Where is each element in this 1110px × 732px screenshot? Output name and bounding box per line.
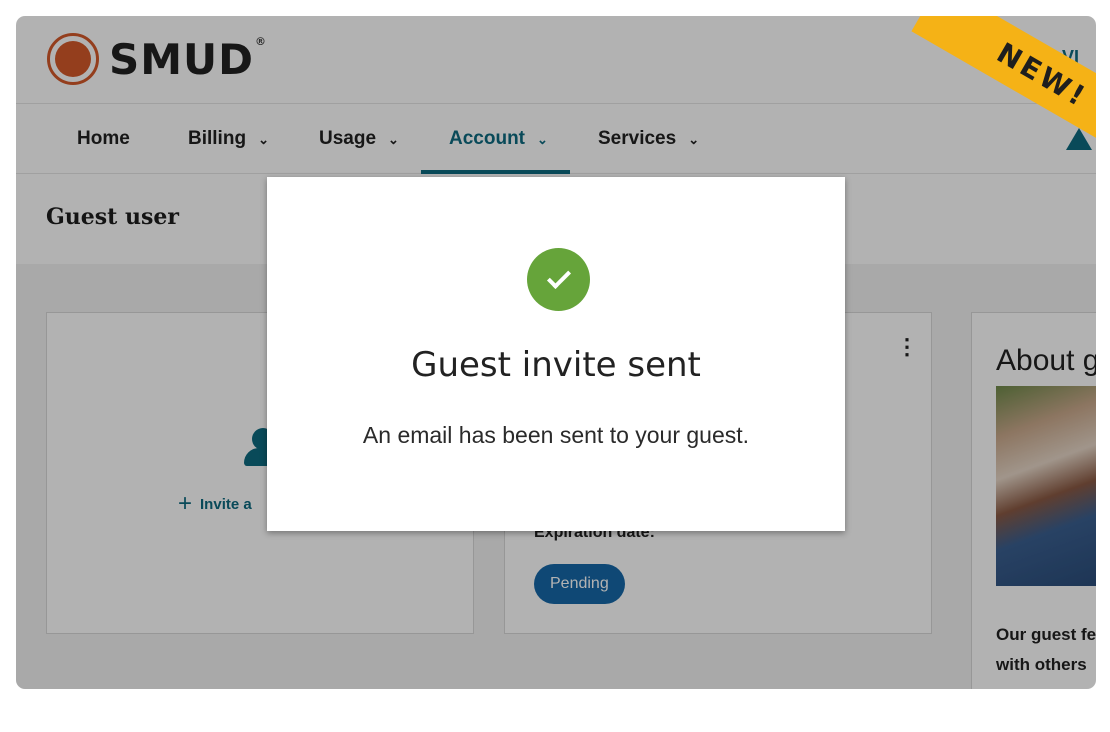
new-ribbon: NEW! <box>878 16 1096 176</box>
new-ribbon-band: NEW! <box>911 16 1096 162</box>
modal-title: Guest invite sent <box>411 345 701 385</box>
app-window: SMUD® VI Home Billing ⌄ Usage ⌄ Account … <box>16 16 1096 689</box>
modal-message: An email has been sent to your guest. <box>362 422 750 448</box>
success-modal: Guest invite sent An email has been sent… <box>267 177 845 531</box>
check-circle-icon <box>527 248 590 311</box>
checkmark-glyph <box>546 264 571 289</box>
new-ribbon-label: NEW! <box>991 35 1094 114</box>
